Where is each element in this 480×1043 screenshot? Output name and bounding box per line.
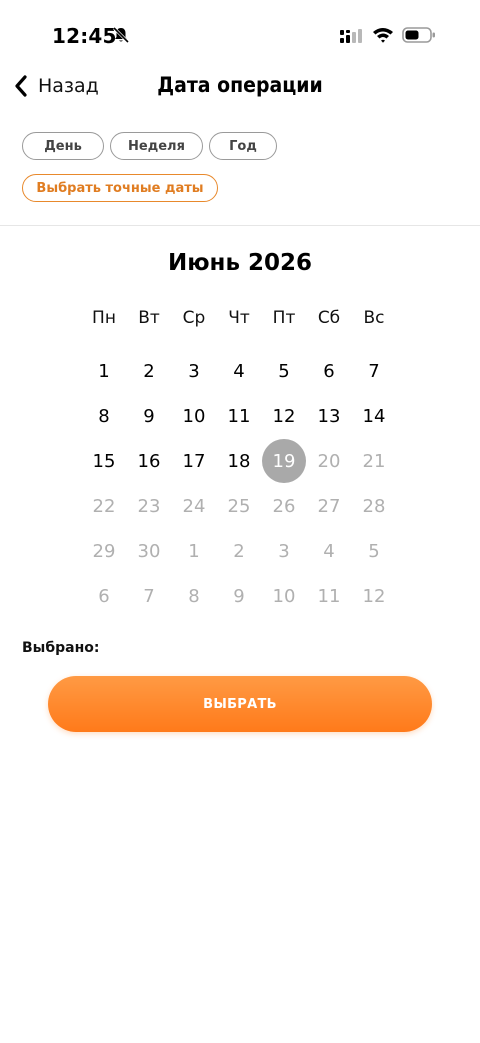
- calendar-day[interactable]: 13: [307, 394, 351, 438]
- calendar-day[interactable]: 25: [217, 484, 261, 528]
- weekday-label: Вт: [138, 308, 160, 328]
- calendar-day[interactable]: 16: [127, 439, 171, 483]
- calendar-day[interactable]: 11: [217, 394, 261, 438]
- calendar-day[interactable]: 15: [82, 439, 126, 483]
- status-bar: 12:45: [0, 0, 480, 70]
- wifi-icon: [373, 28, 393, 43]
- weekday-label: Пн: [92, 308, 116, 328]
- calendar-day[interactable]: 12: [352, 574, 396, 618]
- battery-icon: [402, 27, 435, 43]
- calendar-day[interactable]: 5: [262, 349, 306, 393]
- calendar-day[interactable]: 27: [307, 484, 351, 528]
- signal-icon: [340, 29, 362, 43]
- calendar-day[interactable]: 10: [172, 394, 216, 438]
- calendar-day[interactable]: 29: [82, 529, 126, 573]
- calendar-day[interactable]: 20: [307, 439, 351, 483]
- chip-year[interactable]: Год: [209, 132, 277, 160]
- calendar-day[interactable]: 3: [172, 349, 216, 393]
- chip-exact-dates[interactable]: Выбрать точные даты: [22, 174, 218, 202]
- calendar-day[interactable]: 3: [262, 529, 306, 573]
- weekday-label: Пт: [272, 308, 296, 328]
- calendar-day-selected[interactable]: 19: [262, 439, 306, 483]
- calendar-day[interactable]: 1: [172, 529, 216, 573]
- calendar-day[interactable]: 18: [217, 439, 261, 483]
- calendar-day[interactable]: 8: [172, 574, 216, 618]
- calendar-day[interactable]: 2: [127, 349, 171, 393]
- calendar-day[interactable]: 10: [262, 574, 306, 618]
- select-button[interactable]: ВЫБРАТЬ: [48, 676, 432, 732]
- bell-slash-icon: [112, 26, 130, 44]
- weekday-header: Пн Вт Ср Чт Пт Сб Вс: [82, 308, 398, 334]
- day-grid: 1 2 3 4 5 6 7 8 9 10 11 12 13 14 15 16 17 18 19 20 21 22 23 24 2…: [0, 348, 480, 618]
- weekday-label: Вс: [363, 308, 385, 328]
- calendar-day[interactable]: 30: [127, 529, 171, 573]
- calendar-day[interactable]: 4: [217, 349, 261, 393]
- weekday-label: Чт: [228, 308, 250, 328]
- calendar-day[interactable]: 4: [307, 529, 351, 573]
- chip-day[interactable]: День: [22, 132, 104, 160]
- weekday-label: Ср: [182, 308, 206, 328]
- divider: [0, 225, 480, 226]
- chip-week[interactable]: Неделя: [110, 132, 203, 160]
- calendar-day[interactable]: 23: [127, 484, 171, 528]
- calendar-day[interactable]: 14: [352, 394, 396, 438]
- calendar-day[interactable]: 2: [217, 529, 261, 573]
- calendar-day[interactable]: 26: [262, 484, 306, 528]
- calendar-day[interactable]: 5: [352, 529, 396, 573]
- calendar-day[interactable]: 22: [82, 484, 126, 528]
- weekday-label: Сб: [317, 308, 341, 328]
- status-time: 12:45: [52, 24, 117, 48]
- calendar-day[interactable]: 17: [172, 439, 216, 483]
- calendar-day[interactable]: 7: [127, 574, 171, 618]
- calendar-day[interactable]: 6: [307, 349, 351, 393]
- calendar-day[interactable]: 8: [82, 394, 126, 438]
- calendar-day[interactable]: 12: [262, 394, 306, 438]
- calendar-day[interactable]: 28: [352, 484, 396, 528]
- page-title: Дата операции: [157, 73, 323, 97]
- calendar-day[interactable]: 6: [82, 574, 126, 618]
- selected-label: Выбрано:: [22, 640, 100, 656]
- calendar-day[interactable]: 11: [307, 574, 351, 618]
- calendar-day[interactable]: 21: [352, 439, 396, 483]
- calendar-day[interactable]: 1: [82, 349, 126, 393]
- month-title: Июнь 2026: [167, 250, 313, 276]
- calendar-day[interactable]: 9: [217, 574, 261, 618]
- calendar-day[interactable]: 24: [172, 484, 216, 528]
- calendar-day[interactable]: 7: [352, 349, 396, 393]
- calendar-day[interactable]: 9: [127, 394, 171, 438]
